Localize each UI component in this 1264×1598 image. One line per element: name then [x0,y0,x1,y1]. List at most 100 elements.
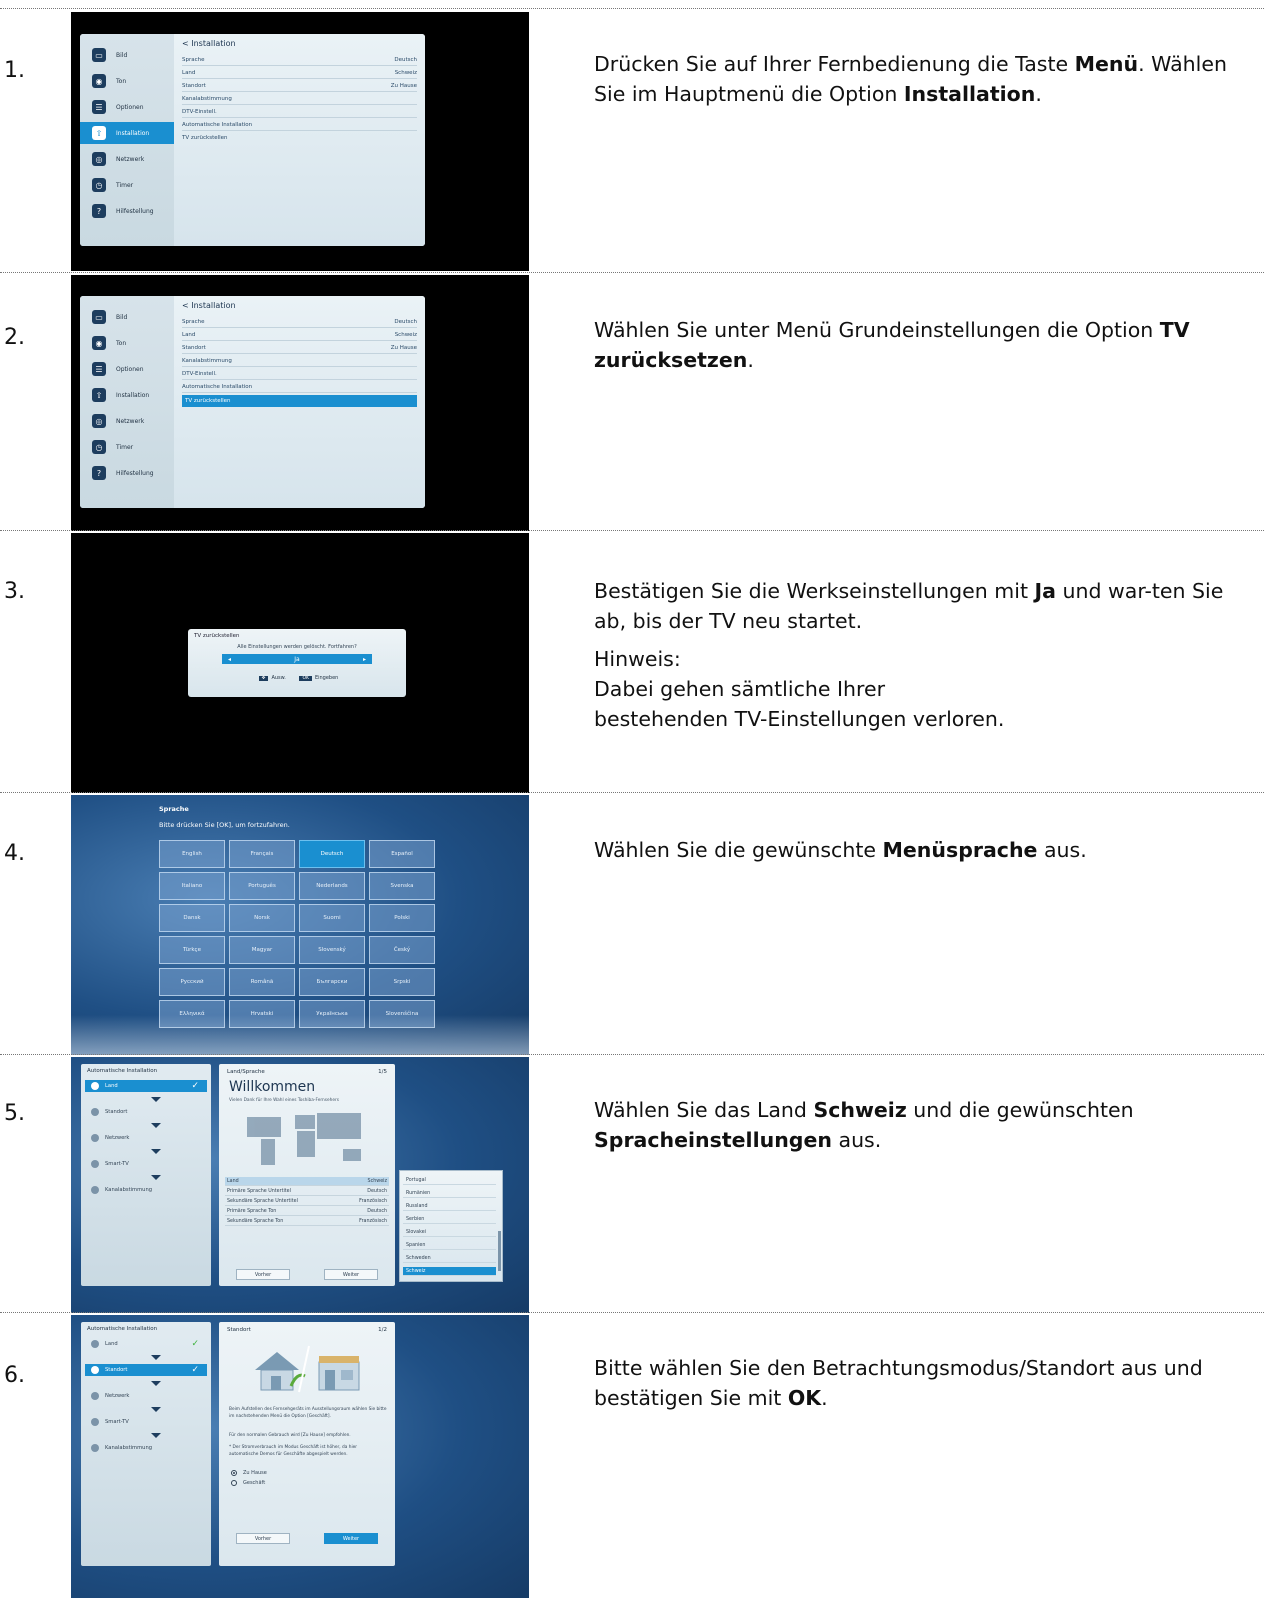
language-option[interactable]: Srpski [369,968,435,996]
globe-icon [91,1134,99,1142]
card-buttons: Vorher Weiter [219,1269,395,1280]
language-option[interactable]: Türkçe [159,936,225,964]
sidebar-item-installation[interactable]: ⇧ Installation [80,122,174,144]
sidebar-item-ton[interactable]: ◉ Ton [80,332,174,354]
menu-item[interactable]: Sprache Deutsch [182,54,417,66]
checkmark-icon: ✓ [191,1339,199,1349]
language-option[interactable]: Português [229,872,295,900]
menu-item[interactable]: Kanalabstimmung [182,355,417,367]
sidebar-item-timer[interactable]: ◷ Timer [80,174,174,196]
wizard-step-smarttv: Smart-TV [85,1416,207,1428]
step-description: Wählen Sie die gewünschte Menüsprache au… [594,838,1087,862]
sidebar-item-ton[interactable]: ◉ Ton [80,70,174,92]
globe-icon [91,1392,99,1400]
sidebar-item-hilfe[interactable]: ? Hilfestellung [80,462,174,484]
tv-menu: ▭ Bild ◉ Ton ☰ Optionen ⇧ Installation ◎ Netz… [80,296,425,508]
arrow-right-icon[interactable]: ▸ [363,656,366,663]
field-row[interactable]: Sekundäre Sprache Ton Französisch [225,1217,389,1226]
menu-item[interactable]: DTV-Einstell. [182,368,417,380]
language-option[interactable]: Magyar [229,936,295,964]
menu-item[interactable]: Automatische Installation [182,119,417,131]
card-buttons: Vorher Weiter [219,1533,395,1544]
language-option[interactable]: English [159,840,225,868]
step-number: 6. [4,1363,25,1388]
back-button[interactable]: Vorher [236,1269,290,1280]
language-option[interactable]: Norsk [229,904,295,932]
menu-item-selected[interactable]: TV zurückstellen [182,395,417,407]
country-option[interactable]: Spanien [403,1241,496,1250]
language-option[interactable]: Slovenský [299,936,365,964]
sidebar-item-bild[interactable]: ▭ Bild [80,44,174,66]
back-button[interactable]: Vorher [236,1533,290,1544]
reset-dialog: TV zurückstellen Alle Einstellungen werd… [188,629,406,697]
language-option[interactable]: Français [229,840,295,868]
menu-item[interactable]: Automatische Installation [182,381,417,393]
menu-item[interactable]: DTV-Einstell. [182,106,417,118]
menu-item[interactable]: TV zurückstellen [182,132,417,144]
radio-geschaeft[interactable]: Geschäft [231,1480,265,1486]
step-number: 2. [4,325,25,350]
home-shop-illustration [255,1345,360,1393]
menu-item[interactable]: Standort Zu Hause [182,342,417,354]
country-option[interactable]: Schweden [403,1254,496,1263]
next-button[interactable]: Weiter [324,1269,378,1280]
sidebar-item-bild[interactable]: ▭ Bild [80,306,174,328]
info-text-3: * Der Stromverbrauch im Modus Geschäft i… [229,1445,358,1457]
country-dropdown[interactable]: Portugal Rumänien Russland Serbien Slova… [399,1170,503,1282]
country-option[interactable]: Rumänien [403,1189,496,1198]
language-option[interactable]: Română [229,968,295,996]
dropdown-scrollbar[interactable] [498,1231,501,1271]
tv-screenshot: Automatische Installation Land ✓ Standort… [71,1315,529,1598]
sidebar-item-netzwerk[interactable]: ◎ Netzwerk [80,148,174,170]
field-row-land[interactable]: Land Schweiz [225,1177,389,1186]
menu-item[interactable]: Kanalabstimmung [182,93,417,105]
language-option[interactable]: Español [369,840,435,868]
menu-item[interactable]: Land Schweiz [182,329,417,341]
note-text: Dabei gehen sämtliche Ihrer bestehenden … [594,677,1005,731]
country-option-selected[interactable]: Schweiz [403,1267,496,1276]
arrow-down-icon [151,1433,161,1438]
tv-screenshot: Automatische Installation Land ✓ Standort… [71,1057,529,1313]
sidebar-item-netzwerk[interactable]: ◎ Netzwerk [80,410,174,432]
wizard-step-kanal: Kanalabstimmung [85,1442,207,1454]
language-option[interactable]: Svenska [369,872,435,900]
menu-item[interactable]: Sprache Deutsch [182,316,417,328]
confirm-selector[interactable]: ◂ Ja ▸ [222,654,372,664]
step-row-5: 5. Automatische Installation Land ✓ Stand… [0,1054,1264,1313]
field-row[interactable]: Primäre Sprache Untertitel Deutsch [225,1187,389,1196]
language-option-selected[interactable]: Deutsch [299,840,365,868]
country-option[interactable]: Slovakei [403,1228,496,1237]
language-option[interactable]: Nederlands [299,872,365,900]
language-option[interactable]: Dansk [159,904,225,932]
language-option[interactable]: Suomi [299,904,365,932]
sidebar-item-timer[interactable]: ◷ Timer [80,436,174,458]
language-option[interactable]: Italiano [159,872,225,900]
wizard-step-land: Land ✓ [85,1080,207,1092]
tv-screenshot: ▭ Bild ◉ Ton ☰ Optionen ⇧ Installation ◎ Netz… [71,275,529,531]
sidebar-item-optionen[interactable]: ☰ Optionen [80,96,174,118]
sidebar-item-installation[interactable]: ⇧ Installation [80,384,174,406]
language-option[interactable]: Český [369,936,435,964]
tv-screenshot: TV zurückstellen Alle Einstellungen werd… [71,533,529,793]
menu-item[interactable]: Standort Zu Hause [182,80,417,92]
next-button[interactable]: Weiter [324,1533,378,1544]
field-row[interactable]: Primäre Sprache Ton Deutsch [225,1207,389,1216]
wizard-title: Automatische Installation [87,1068,158,1074]
language-option[interactable]: Русский [159,968,225,996]
language-option[interactable]: Български [299,968,365,996]
screen-footer-glow [71,1015,529,1055]
wizard-step-standort: Standort [85,1106,207,1118]
country-option[interactable]: Serbien [403,1215,496,1224]
menu-item[interactable]: Land Schweiz [182,67,417,79]
country-option[interactable]: Portugal [403,1176,496,1185]
antenna-icon [91,1444,99,1452]
field-row[interactable]: Sekundäre Sprache Untertitel Französisch [225,1197,389,1206]
welcome-heading: Willkommen [229,1079,316,1095]
country-option[interactable]: Russland [403,1202,496,1211]
sidebar-item-optionen[interactable]: ☰ Optionen [80,358,174,380]
language-option[interactable]: Polski [369,904,435,932]
arrow-left-icon[interactable]: ◂ [228,656,231,663]
sidebar-item-hilfe[interactable]: ? Hilfestellung [80,200,174,222]
radio-zu-hause[interactable]: Zu Hause [231,1470,267,1476]
page-indicator: 1/2 [378,1327,387,1333]
